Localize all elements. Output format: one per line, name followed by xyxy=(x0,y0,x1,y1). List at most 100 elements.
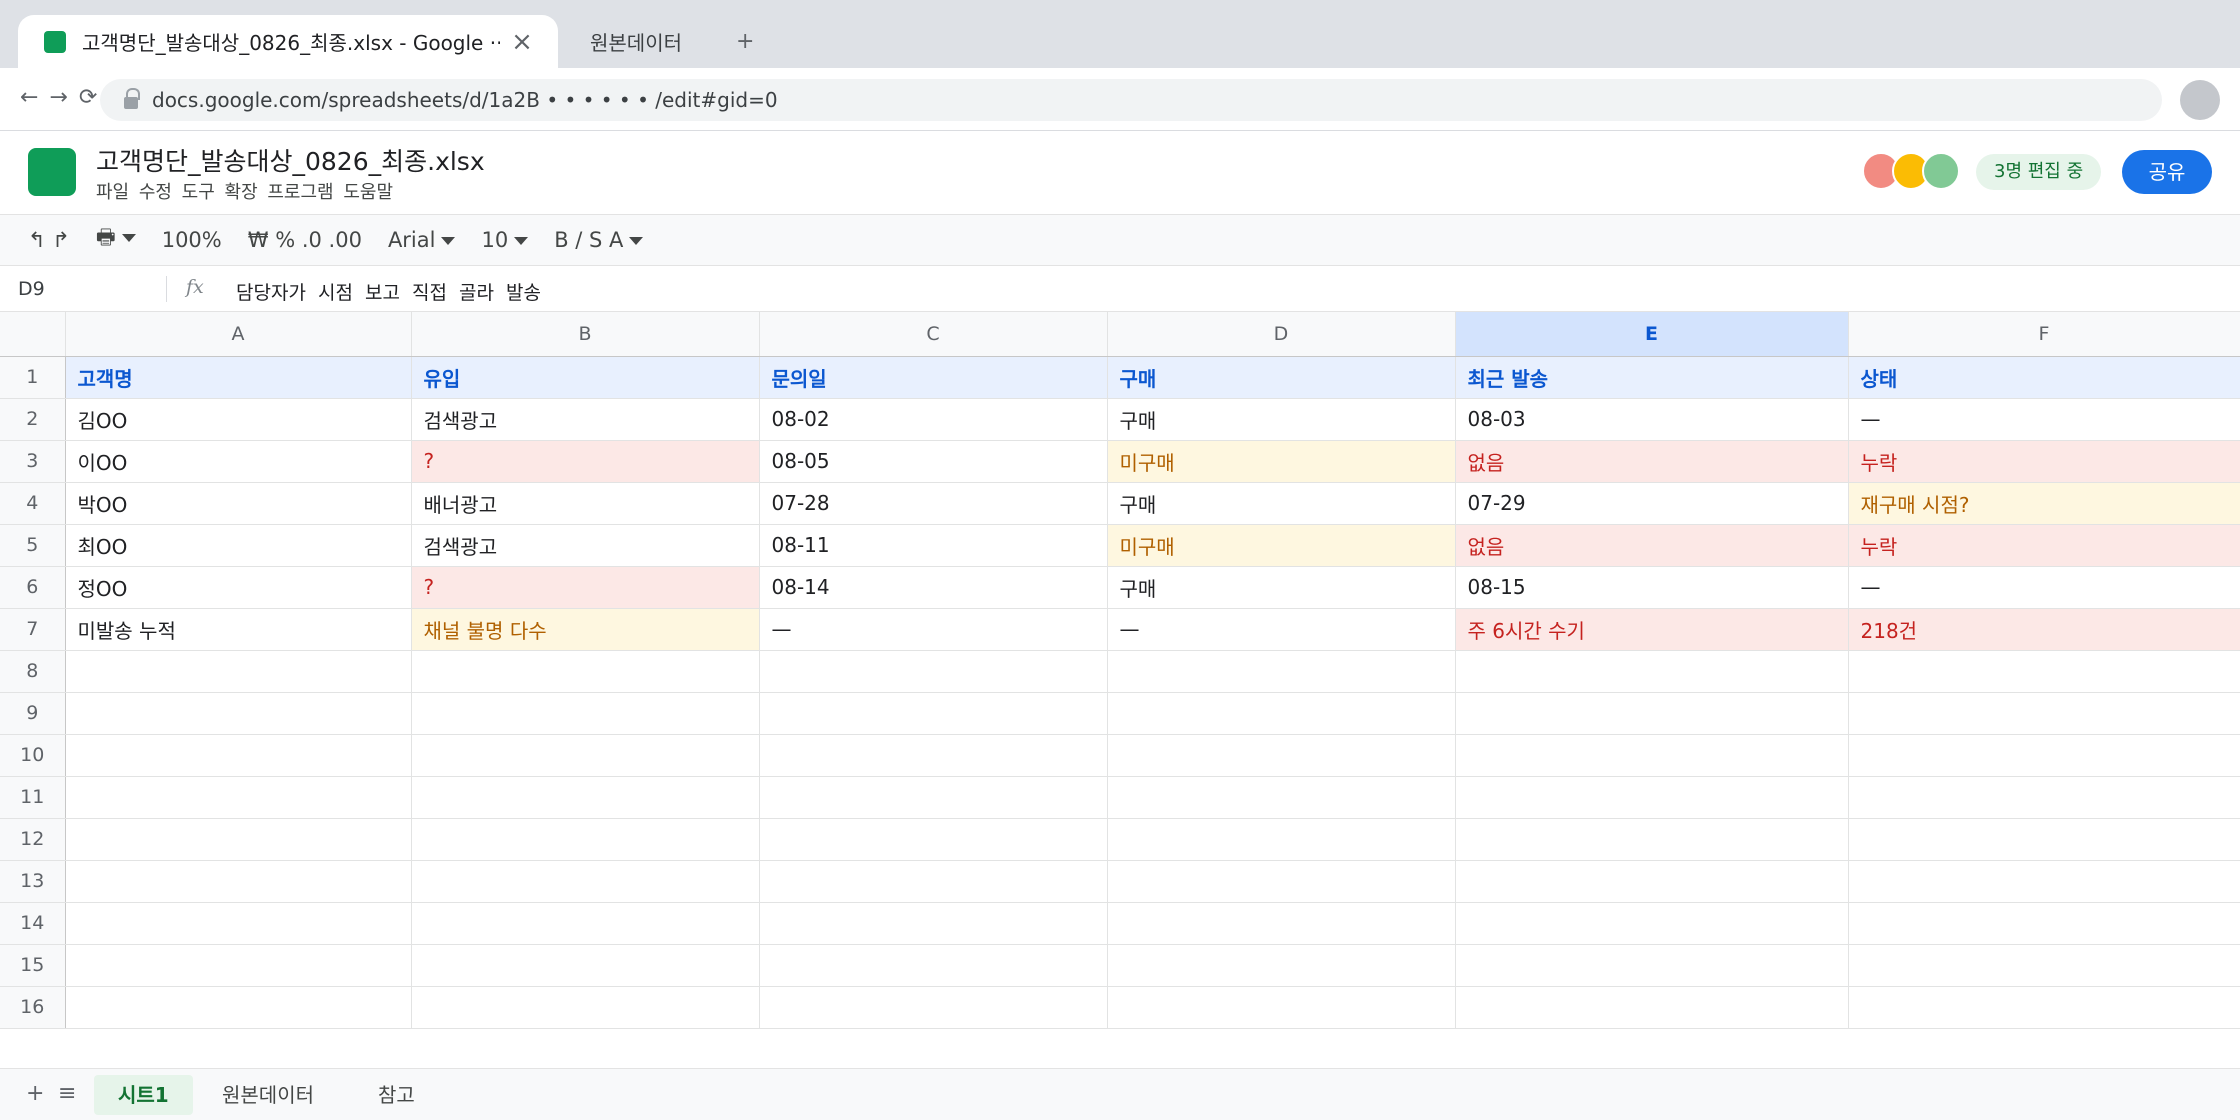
sheets-logo-icon[interactable] xyxy=(28,148,76,196)
row-header[interactable]: 12 xyxy=(0,818,66,861)
table-cell[interactable]: 재구매 시점? xyxy=(1848,482,2240,525)
table-cell[interactable]: — xyxy=(1848,566,2240,609)
collaborator-avatars[interactable] xyxy=(1862,152,1962,192)
table-cell[interactable] xyxy=(411,818,760,861)
row-header[interactable]: 9 xyxy=(0,692,66,735)
sheet-tab-raw-data[interactable]: 원본데이터 xyxy=(198,1075,338,1115)
table-cell[interactable]: 구매 xyxy=(1107,482,1456,525)
table-cell[interactable]: 08-15 xyxy=(1455,566,1849,609)
table-cell[interactable] xyxy=(65,734,412,777)
table-cell[interactable] xyxy=(1107,692,1456,735)
table-cell[interactable]: 고객명 xyxy=(65,356,412,399)
table-cell[interactable] xyxy=(1107,986,1456,1029)
select-all-corner[interactable] xyxy=(0,312,66,357)
table-cell[interactable] xyxy=(1848,818,2240,861)
table-cell[interactable] xyxy=(1848,986,2240,1029)
row-header[interactable]: 10 xyxy=(0,734,66,777)
row-header[interactable]: 4 xyxy=(0,482,66,525)
table-cell[interactable] xyxy=(411,692,760,735)
table-cell[interactable]: 정OO xyxy=(65,566,412,609)
table-cell[interactable] xyxy=(65,818,412,861)
table-cell[interactable]: 07-28 xyxy=(759,482,1108,525)
table-cell[interactable]: — xyxy=(759,608,1108,651)
table-cell[interactable]: 유입 xyxy=(411,356,760,399)
row-header[interactable]: 1 xyxy=(0,356,66,399)
row-header[interactable]: 8 xyxy=(0,650,66,693)
text-style-buttons[interactable]: B / S A xyxy=(554,228,644,252)
table-cell[interactable] xyxy=(759,692,1108,735)
browser-tab-active[interactable]: 고객명단_발송대상_0826_최종.xlsx - Google ··· × xyxy=(18,15,558,68)
row-header[interactable]: 5 xyxy=(0,524,66,567)
table-cell[interactable]: 주 6시간 수기 xyxy=(1455,608,1849,651)
cell-name-box[interactable]: D9 xyxy=(18,278,45,300)
collaborator-avatar[interactable] xyxy=(1922,152,1960,190)
column-header-c[interactable]: C xyxy=(759,312,1108,357)
table-cell[interactable] xyxy=(1848,650,2240,693)
add-sheet-button[interactable]: + xyxy=(26,1081,44,1106)
table-cell[interactable] xyxy=(759,818,1108,861)
table-cell[interactable]: 박OO xyxy=(65,482,412,525)
table-cell[interactable] xyxy=(759,650,1108,693)
table-cell[interactable]: 검색광고 xyxy=(411,398,760,441)
table-cell[interactable] xyxy=(759,902,1108,945)
table-cell[interactable]: 없음 xyxy=(1455,440,1849,483)
formula-input[interactable]: 담당자가 시점 보고 직접 골라 발송 xyxy=(236,278,541,305)
new-tab-button[interactable]: + xyxy=(736,15,754,68)
table-cell[interactable] xyxy=(411,986,760,1029)
sheet-tab-reference[interactable]: 참고 xyxy=(354,1075,439,1115)
row-header[interactable]: 15 xyxy=(0,944,66,987)
zoom-select[interactable]: 100% xyxy=(162,228,222,252)
table-cell[interactable]: 08-05 xyxy=(759,440,1108,483)
table-cell[interactable] xyxy=(1848,692,2240,735)
table-cell[interactable]: 이OO xyxy=(65,440,412,483)
row-header[interactable]: 16 xyxy=(0,986,66,1029)
table-cell[interactable]: 최OO xyxy=(65,524,412,567)
share-button[interactable]: 공유 xyxy=(2122,150,2212,194)
undo-redo-icons[interactable]: ↰ ↱ xyxy=(28,228,70,252)
table-cell[interactable]: 배너광고 xyxy=(411,482,760,525)
table-cell[interactable] xyxy=(759,986,1108,1029)
table-cell[interactable] xyxy=(1455,650,1849,693)
table-cell[interactable]: ? xyxy=(411,566,760,609)
menu-bar[interactable]: 파일 수정 도구 확장 프로그램 도움말 xyxy=(96,178,393,204)
table-cell[interactable] xyxy=(1107,734,1456,777)
table-cell[interactable] xyxy=(411,734,760,777)
row-header[interactable]: 2 xyxy=(0,398,66,441)
table-cell[interactable]: ? xyxy=(411,440,760,483)
table-cell[interactable]: 최근 발송 xyxy=(1455,356,1849,399)
table-cell[interactable] xyxy=(1107,860,1456,903)
table-cell[interactable] xyxy=(1107,818,1456,861)
profile-avatar[interactable] xyxy=(2180,80,2220,120)
table-cell[interactable] xyxy=(411,776,760,819)
table-cell[interactable] xyxy=(1848,776,2240,819)
table-cell[interactable]: 누락 xyxy=(1848,524,2240,567)
font-size-select[interactable]: 10 xyxy=(481,228,529,252)
table-cell[interactable]: 구매 xyxy=(1107,398,1456,441)
column-header-e[interactable]: E xyxy=(1455,312,1849,357)
table-cell[interactable] xyxy=(65,692,412,735)
number-format-buttons[interactable]: ₩ % .0 .00 xyxy=(248,228,362,252)
table-cell[interactable] xyxy=(759,860,1108,903)
column-header-b[interactable]: B xyxy=(411,312,760,357)
row-header[interactable]: 11 xyxy=(0,776,66,819)
table-cell[interactable] xyxy=(65,776,412,819)
table-cell[interactable]: 문의일 xyxy=(759,356,1108,399)
table-cell[interactable]: 미발송 누적 xyxy=(65,608,412,651)
font-select[interactable]: Arial xyxy=(388,228,456,252)
table-cell[interactable] xyxy=(759,944,1108,987)
table-cell[interactable] xyxy=(411,860,760,903)
table-cell[interactable] xyxy=(1107,902,1456,945)
table-cell[interactable] xyxy=(1455,818,1849,861)
table-cell[interactable] xyxy=(1848,902,2240,945)
table-cell[interactable]: 08-02 xyxy=(759,398,1108,441)
table-cell[interactable]: 채널 불명 다수 xyxy=(411,608,760,651)
table-cell[interactable]: 미구매 xyxy=(1107,440,1456,483)
row-header[interactable]: 14 xyxy=(0,902,66,945)
table-cell[interactable] xyxy=(1455,776,1849,819)
table-cell[interactable] xyxy=(1848,944,2240,987)
table-cell[interactable] xyxy=(65,986,412,1029)
print-button[interactable]: 🖶 xyxy=(96,223,136,258)
browser-tab-inactive[interactable]: 원본데이터 xyxy=(590,15,790,68)
table-cell[interactable] xyxy=(759,734,1108,777)
table-cell[interactable]: 구매 xyxy=(1107,566,1456,609)
